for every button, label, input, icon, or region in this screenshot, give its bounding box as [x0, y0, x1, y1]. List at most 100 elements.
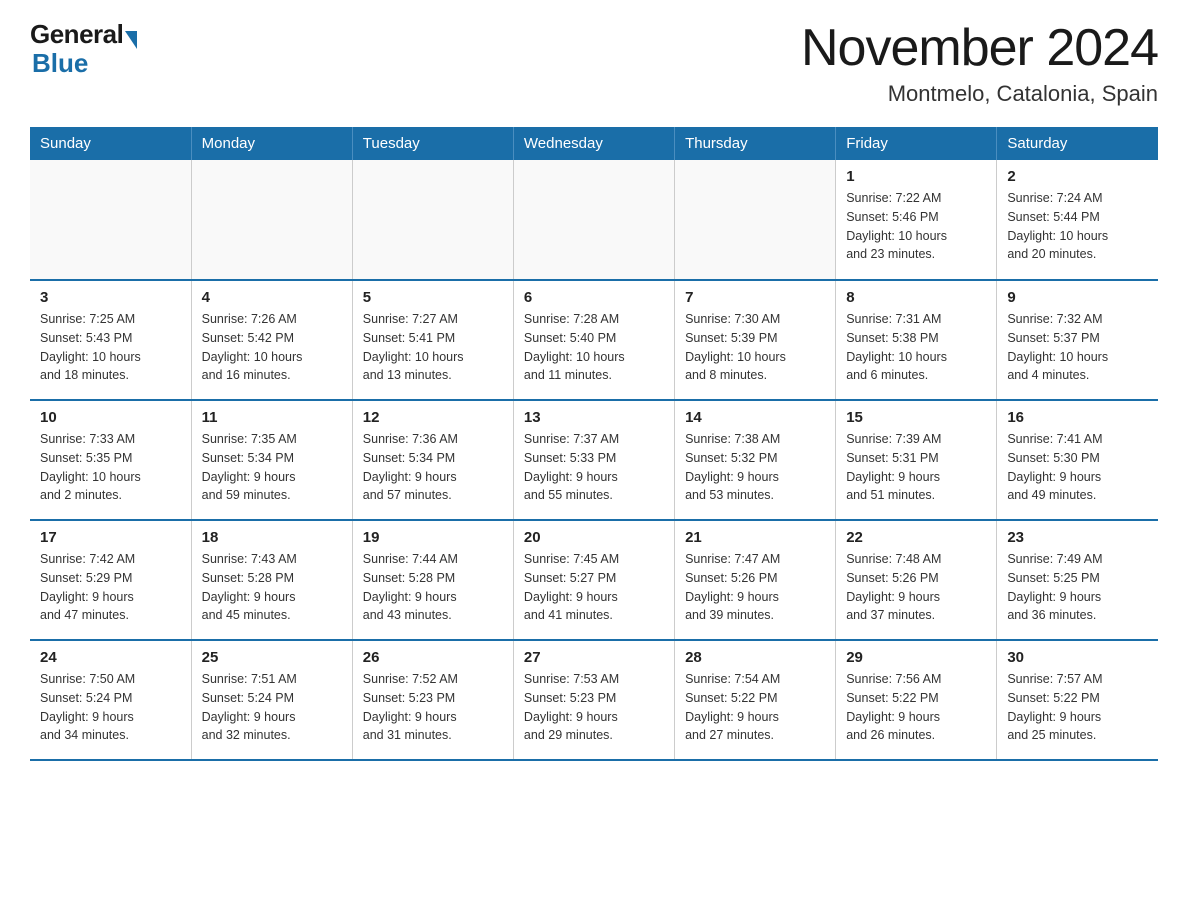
calendar-cell-w1-d1 [30, 160, 191, 280]
logo-general: General [30, 20, 123, 49]
calendar-cell-w1-d5 [675, 160, 836, 280]
location-title: Montmelo, Catalonia, Spain [801, 81, 1158, 107]
day-info: Sunrise: 7:53 AMSunset: 5:23 PMDaylight:… [524, 670, 664, 745]
day-number: 8 [846, 289, 986, 306]
calendar-cell-w5-d6: 29 Sunrise: 7:56 AMSunset: 5:22 PMDayligh… [836, 640, 997, 760]
day-info: Sunrise: 7:38 AMSunset: 5:32 PMDaylight:… [685, 430, 825, 505]
day-info: Sunrise: 7:43 AMSunset: 5:28 PMDaylight:… [202, 550, 342, 625]
day-number: 22 [846, 529, 986, 546]
calendar-cell-w5-d5: 28Sunrise: 7:54 AMSunset: 5:22 PMDayligh… [675, 640, 836, 760]
day-info: Sunrise: 7:35 AMSunset: 5:34 PMDaylight:… [202, 430, 342, 505]
day-info: Sunrise: 7:25 AMSunset: 5:43 PMDaylight:… [40, 310, 181, 385]
title-block: November 2024 Montmelo, Catalonia, Spain [801, 20, 1158, 107]
day-info: Sunrise: 7:57 AMSunset: 5:22 PMDaylight:… [1007, 670, 1148, 745]
calendar-cell-w1-d7: 2Sunrise: 7:24 AMSunset: 5:44 PMDaylight… [997, 160, 1158, 280]
logo-blue: Blue [32, 48, 88, 78]
calendar-cell-w5-d1: 24 Sunrise: 7:50 AMSunset: 5:24 PMDayligh… [30, 640, 191, 760]
week-row-3: 10Sunrise: 7:33 AMSunset: 5:35 PMDayligh… [30, 400, 1158, 520]
day-number: 5 [363, 289, 503, 306]
day-info: Sunrise: 7:56 AMSunset: 5:22 PMDaylight:… [846, 670, 986, 745]
calendar-cell-w4-d5: 21Sunrise: 7:47 AMSunset: 5:26 PMDayligh… [675, 520, 836, 640]
calendar-cell-w1-d3 [352, 160, 513, 280]
calendar-cell-w5-d7: 30 Sunrise: 7:57 AMSunset: 5:22 PMDayligh… [997, 640, 1158, 760]
day-info: Sunrise: 7:42 AMSunset: 5:29 PMDaylight:… [40, 550, 181, 625]
day-info: Sunrise: 7:24 AMSunset: 5:44 PMDaylight:… [1007, 189, 1148, 264]
calendar-cell-w4-d3: 19Sunrise: 7:44 AMSunset: 5:28 PMDayligh… [352, 520, 513, 640]
week-row-2: 3 Sunrise: 7:25 AMSunset: 5:43 PMDaylight… [30, 280, 1158, 400]
day-info: Sunrise: 7:22 AMSunset: 5:46 PMDaylight:… [846, 189, 986, 264]
day-number: 17 [40, 529, 181, 546]
header-thursday: Thursday [675, 127, 836, 160]
calendar-cell-w2-d5: 7 Sunrise: 7:30 AMSunset: 5:39 PMDaylight… [675, 280, 836, 400]
calendar-cell-w2-d1: 3 Sunrise: 7:25 AMSunset: 5:43 PMDaylight… [30, 280, 191, 400]
day-number: 27 [524, 649, 664, 666]
week-row-5: 24 Sunrise: 7:50 AMSunset: 5:24 PMDayligh… [30, 640, 1158, 760]
day-number: 28 [685, 649, 825, 666]
day-info: Sunrise: 7:33 AMSunset: 5:35 PMDaylight:… [40, 430, 181, 505]
header-sunday: Sunday [30, 127, 191, 160]
day-info: Sunrise: 7:48 AMSunset: 5:26 PMDaylight:… [846, 550, 986, 625]
calendar-cell-w4-d6: 22 Sunrise: 7:48 AMSunset: 5:26 PMDayligh… [836, 520, 997, 640]
day-info: Sunrise: 7:49 AMSunset: 5:25 PMDaylight:… [1007, 550, 1148, 625]
calendar-cell-w5-d3: 26 Sunrise: 7:52 AMSunset: 5:23 PMDayligh… [352, 640, 513, 760]
day-number: 15 [846, 409, 986, 426]
day-info: Sunrise: 7:27 AMSunset: 5:41 PMDaylight:… [363, 310, 503, 385]
day-number: 20 [524, 529, 664, 546]
calendar-cell-w3-d7: 16Sunrise: 7:41 AMSunset: 5:30 PMDayligh… [997, 400, 1158, 520]
calendar-cell-w2-d3: 5 Sunrise: 7:27 AMSunset: 5:41 PMDaylight… [352, 280, 513, 400]
day-info: Sunrise: 7:44 AMSunset: 5:28 PMDaylight:… [363, 550, 503, 625]
calendar-cell-w3-d5: 14Sunrise: 7:38 AMSunset: 5:32 PMDayligh… [675, 400, 836, 520]
day-info: Sunrise: 7:36 AMSunset: 5:34 PMDaylight:… [363, 430, 503, 505]
day-info: Sunrise: 7:28 AMSunset: 5:40 PMDaylight:… [524, 310, 664, 385]
calendar-cell-w1-d4 [513, 160, 674, 280]
page-header: General Blue November 2024 Montmelo, Cat… [30, 20, 1158, 107]
day-info: Sunrise: 7:26 AMSunset: 5:42 PMDaylight:… [202, 310, 342, 385]
day-number: 18 [202, 529, 342, 546]
calendar-cell-w1-d6: 1 Sunrise: 7:22 AMSunset: 5:46 PMDaylight… [836, 160, 997, 280]
day-info: Sunrise: 7:51 AMSunset: 5:24 PMDaylight:… [202, 670, 342, 745]
calendar-cell-w5-d4: 27 Sunrise: 7:53 AMSunset: 5:23 PMDayligh… [513, 640, 674, 760]
calendar-cell-w4-d1: 17 Sunrise: 7:42 AMSunset: 5:29 PMDayligh… [30, 520, 191, 640]
day-info: Sunrise: 7:41 AMSunset: 5:30 PMDaylight:… [1007, 430, 1148, 505]
header-saturday: Saturday [997, 127, 1158, 160]
day-number: 23 [1007, 529, 1148, 546]
calendar-cell-w3-d1: 10Sunrise: 7:33 AMSunset: 5:35 PMDayligh… [30, 400, 191, 520]
day-info: Sunrise: 7:52 AMSunset: 5:23 PMDaylight:… [363, 670, 503, 745]
day-number: 26 [363, 649, 503, 666]
day-info: Sunrise: 7:47 AMSunset: 5:26 PMDaylight:… [685, 550, 825, 625]
logo: General Blue [30, 20, 137, 77]
day-number: 9 [1007, 289, 1148, 306]
week-row-1: 1 Sunrise: 7:22 AMSunset: 5:46 PMDaylight… [30, 160, 1158, 280]
day-info: Sunrise: 7:50 AMSunset: 5:24 PMDaylight:… [40, 670, 181, 745]
calendar-cell-w5-d2: 25 Sunrise: 7:51 AMSunset: 5:24 PMDayligh… [191, 640, 352, 760]
calendar-cell-w3-d6: 15 Sunrise: 7:39 AMSunset: 5:31 PMDayligh… [836, 400, 997, 520]
calendar-cell-w4-d4: 20 Sunrise: 7:45 AMSunset: 5:27 PMDayligh… [513, 520, 674, 640]
day-info: Sunrise: 7:32 AMSunset: 5:37 PMDaylight:… [1007, 310, 1148, 385]
day-info: Sunrise: 7:45 AMSunset: 5:27 PMDaylight:… [524, 550, 664, 625]
day-number: 29 [846, 649, 986, 666]
week-row-4: 17 Sunrise: 7:42 AMSunset: 5:29 PMDayligh… [30, 520, 1158, 640]
day-info: Sunrise: 7:37 AMSunset: 5:33 PMDaylight:… [524, 430, 664, 505]
calendar-cell-w1-d2 [191, 160, 352, 280]
header-tuesday: Tuesday [352, 127, 513, 160]
day-number: 6 [524, 289, 664, 306]
day-info: Sunrise: 7:30 AMSunset: 5:39 PMDaylight:… [685, 310, 825, 385]
day-number: 24 [40, 649, 181, 666]
day-info: Sunrise: 7:31 AMSunset: 5:38 PMDaylight:… [846, 310, 986, 385]
calendar-cell-w2-d2: 4Sunrise: 7:26 AMSunset: 5:42 PMDaylight… [191, 280, 352, 400]
day-number: 30 [1007, 649, 1148, 666]
calendar-cell-w4-d7: 23 Sunrise: 7:49 AMSunset: 5:25 PMDayligh… [997, 520, 1158, 640]
calendar-cell-w2-d7: 9 Sunrise: 7:32 AMSunset: 5:37 PMDaylight… [997, 280, 1158, 400]
calendar-header-row: SundayMondayTuesdayWednesdayThursdayFrid… [30, 127, 1158, 160]
logo-triangle-icon [125, 31, 137, 49]
month-title: November 2024 [801, 20, 1158, 77]
day-number: 7 [685, 289, 825, 306]
day-number: 3 [40, 289, 181, 306]
day-number: 25 [202, 649, 342, 666]
calendar-cell-w3-d4: 13Sunrise: 7:37 AMSunset: 5:33 PMDayligh… [513, 400, 674, 520]
day-number: 1 [846, 168, 986, 185]
day-number: 12 [363, 409, 503, 426]
calendar-cell-w2-d6: 8 Sunrise: 7:31 AMSunset: 5:38 PMDaylight… [836, 280, 997, 400]
header-wednesday: Wednesday [513, 127, 674, 160]
day-info: Sunrise: 7:39 AMSunset: 5:31 PMDaylight:… [846, 430, 986, 505]
